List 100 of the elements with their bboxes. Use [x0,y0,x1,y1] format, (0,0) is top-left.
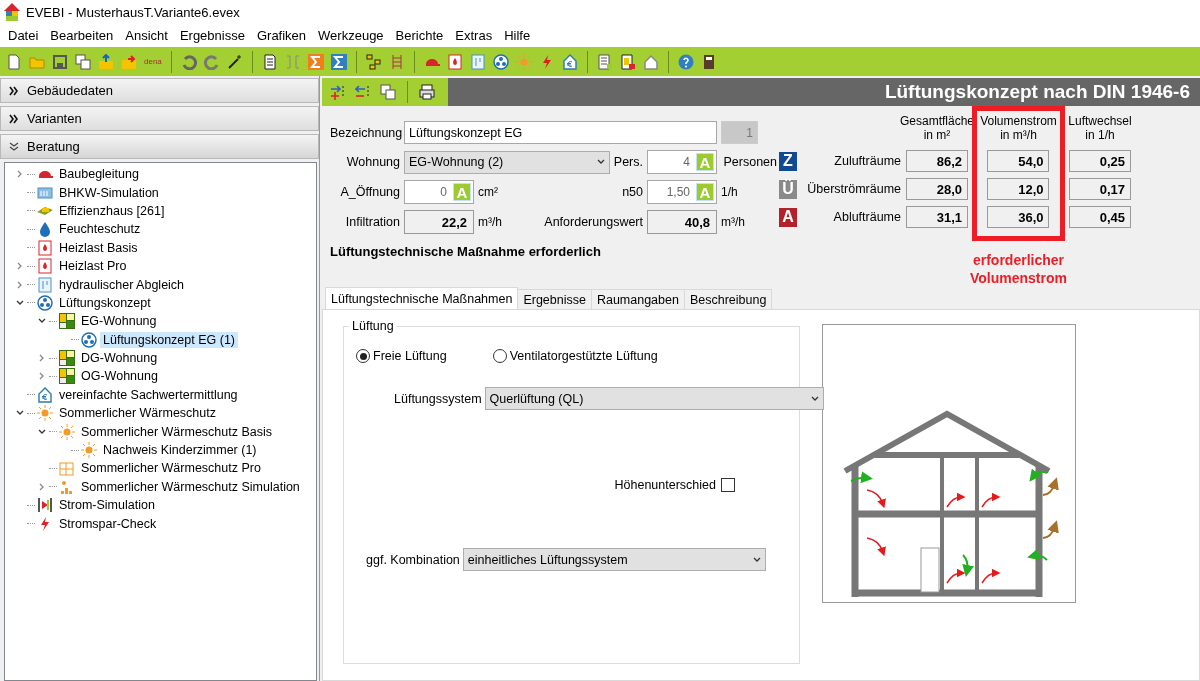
number-field[interactable]: 4 A [647,150,717,174]
menu-item[interactable]: Grafiken [250,28,313,43]
window-title: EVEBI - MusterhausT.Variante6.evex [26,4,240,20]
field-label: Anforderungswert [544,215,643,229]
value-field: 12,0 [987,178,1050,200]
document-icon[interactable] [261,53,278,70]
value-field: 0,25 [1069,150,1131,172]
column-header: Gesamtfläche in m² [900,114,975,144]
menu-item[interactable]: Werkzeuge [312,28,390,43]
tree-item[interactable]: Feuchteschutz [56,221,144,238]
tree-item[interactable]: BHKW-Simulation [56,184,162,201]
valve-icon[interactable] [469,53,486,70]
tree-item[interactable]: Nachweis Kinderzimmer (1) [100,442,260,459]
column-header: Luftwechsel in 1/h [1068,114,1132,144]
tree-item[interactable]: Lüftungskonzept EG (1) [100,331,239,348]
tab[interactable]: Lüftungstechnische Maßnahmen [325,287,519,309]
number-field[interactable]: 0 A [404,180,474,204]
sum-icon[interactable] [307,53,324,70]
field-label: Lüftungssystem [394,391,482,406]
tree-item[interactable]: Stromspar-Check [56,515,160,532]
copy-icon[interactable] [75,53,91,70]
section-title: Beratung [27,139,80,154]
tree-item[interactable]: DG-Wohnung [78,350,161,367]
floor-plan-icon [59,350,75,367]
room-type-badge: Ü [779,179,797,199]
room-type-badge: Z [779,151,797,171]
menu-item[interactable]: Bearbeiten [44,28,120,43]
sun-icon [81,442,97,459]
tab[interactable]: Raumangaben [590,289,685,309]
new-document-icon[interactable] [6,53,22,70]
menu-item[interactable]: Berichte [389,28,450,43]
menu-item[interactable]: Ansicht [119,28,174,43]
tree-item[interactable]: Heizlast Basis [56,239,141,256]
copy-icon[interactable] [380,84,396,100]
tab[interactable]: Ergebnisse [517,289,592,309]
tree-item[interactable]: EG-Wohnung [78,313,160,330]
sum-icon[interactable] [330,53,347,70]
menu-item[interactable]: Datei [2,28,45,43]
tree-item[interactable]: Lüftungskonzept [56,294,154,311]
network-icon[interactable] [365,53,382,70]
double-chevron-right-icon [9,85,19,96]
undo-icon[interactable] [180,53,197,70]
redo-icon[interactable] [203,53,220,70]
remove-rows-icon[interactable] [355,84,371,100]
checkbox[interactable] [721,478,735,492]
tree-item[interactable]: Heizlast Pro [56,258,130,275]
caret-icon [38,427,46,436]
insert-rows-icon[interactable] [330,84,346,100]
tree-item[interactable]: hydraulischer Abgleich [56,276,188,293]
tree-item[interactable]: Strom-Simulation [56,497,158,514]
value-field: 0,45 [1069,206,1131,228]
dropdown[interactable]: EG-Wohnung (2) [404,150,610,174]
annotation-text: erforderlicher Volumenstrom [970,251,1067,287]
magic-wand-icon[interactable] [226,53,243,70]
radio-label: Ventilatorgestützte Lüftung [509,349,658,363]
panel-title: Lüftungskonzept nach DIN 1946-6 [448,78,1200,106]
fan-icon[interactable] [492,53,509,70]
fan-icon [37,294,53,311]
tree-item[interactable]: vereinfachte Sachwertermittlung [56,386,241,403]
row-label: Zulufträume [834,154,902,168]
print-icon[interactable] [419,84,435,100]
help-icon[interactable] [677,53,694,70]
tree-item[interactable]: Sommerlicher Wärmeschutz Pro [78,460,264,477]
save-icon[interactable] [52,53,68,70]
folder-export-icon[interactable] [121,53,137,70]
caret-icon [16,170,24,179]
report-icon[interactable] [596,53,613,70]
folder-upload-icon[interactable] [98,53,114,70]
flame-icon[interactable] [446,53,463,70]
text-input[interactable]: Lüftungskonzept EG [404,121,717,144]
field-label: Infiltration [344,215,400,229]
caret-icon [811,394,819,403]
section-header[interactable]: Gebäudedaten [0,78,319,103]
document-pdf-icon[interactable] [619,53,636,70]
euro-house-icon[interactable] [561,53,578,70]
menu-item[interactable]: Extras [449,28,499,43]
field-label: ggf. Kombination [366,552,460,567]
menu-item[interactable]: Ergebnisse [173,28,251,43]
value-field: 54,0 [987,150,1050,172]
house-outline-icon[interactable] [642,53,659,70]
value-field: 40,8 [647,210,717,234]
dropdown[interactable]: Querlüftung (QL) [484,387,824,410]
tree-item[interactable]: Sommerlicher Wärmeschutz [56,405,219,422]
tree-item[interactable]: Effizienzhaus [261] [56,202,168,219]
number-field[interactable]: 1,50 A [647,180,717,204]
tree-item[interactable]: Baubegleitung [56,166,142,183]
field-label: A_Öffnung [339,185,400,199]
valve-icon [37,276,53,293]
flame-icon [37,239,53,256]
section-header[interactable]: Beratung [0,134,319,159]
dena-button[interactable]: dena [144,57,162,66]
section-header[interactable]: Varianten [0,106,319,131]
tree-item[interactable]: Sommerlicher Wärmeschutz Simulation [78,478,303,495]
menu-item[interactable]: Hilfe [498,28,537,43]
tab[interactable]: Beschreibung [683,289,773,309]
dropdown[interactable]: einheitliches Lüftungssystem [462,548,766,571]
tree-item[interactable]: OG-Wohnung [78,368,161,385]
tree-item[interactable]: Sommerlicher Wärmeschutz Basis [78,423,275,440]
value-field: 36,0 [987,206,1050,228]
unit-label: cm² [478,185,498,199]
